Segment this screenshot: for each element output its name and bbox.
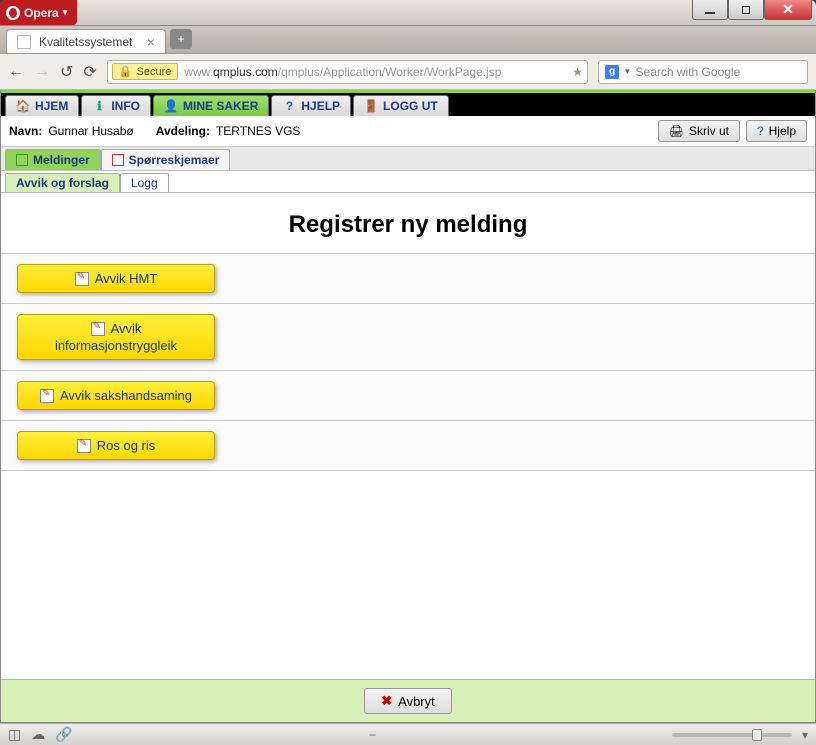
nav-hjelp[interactable]: ? HJELP bbox=[271, 95, 351, 116]
chevron-down-icon[interactable]: ▾ bbox=[625, 66, 630, 77]
user-icon: 👤 bbox=[164, 99, 178, 113]
window-titlebar: Opera ▾ ✕ bbox=[0, 0, 816, 26]
navn-value: Gunnar Husabø bbox=[48, 124, 133, 138]
secure-badge[interactable]: 🔒 Secure bbox=[112, 63, 179, 80]
address-bar[interactable]: 🔒 Secure www.qmplus.com/qmplus/Applicati… bbox=[107, 60, 588, 84]
nav-info[interactable]: ℹ INFO bbox=[81, 95, 151, 116]
favicon-icon bbox=[17, 35, 31, 49]
navn-label: Navn: bbox=[9, 124, 42, 138]
google-icon: g bbox=[605, 65, 619, 79]
close-icon: ✖ bbox=[381, 693, 392, 709]
new-tab-button[interactable]: + bbox=[170, 29, 192, 49]
form-icon bbox=[91, 322, 105, 336]
browser-statusbar: ◫ ☁ 🔗 − ▾ bbox=[0, 723, 816, 745]
page-footer: ✖ Avbryt bbox=[1, 679, 815, 722]
bookmark-star-icon[interactable]: ★ bbox=[572, 65, 583, 79]
cloud-icon[interactable]: ☁ bbox=[31, 726, 45, 743]
tab-strip: Kvalitetssystemet × + bbox=[0, 26, 816, 54]
browser-window: Opera ▾ ✕ Kvalitetssystemet × + ← → ↺ ⟳ … bbox=[0, 0, 816, 745]
maximize-button[interactable] bbox=[728, 0, 764, 20]
help-icon: ? bbox=[282, 99, 296, 113]
tab-logg[interactable]: Logg bbox=[120, 173, 169, 192]
panel-icon[interactable]: ◫ bbox=[8, 726, 21, 743]
tab-sporreskjemaer[interactable]: Spørreskjemaer bbox=[101, 149, 231, 170]
sync-icon[interactable]: 🔗 bbox=[55, 726, 72, 743]
opera-menu-button[interactable]: Opera ▾ bbox=[0, 0, 77, 25]
avdeling-value: TERTNES VGS bbox=[216, 124, 300, 138]
print-icon: 🖨 bbox=[669, 124, 684, 138]
nav-logg-ut[interactable]: 🚪 LOGG UT bbox=[353, 95, 449, 116]
category-row: Ros og ris bbox=[1, 421, 815, 471]
url-text: www.qmplus.com/qmplus/Application/Worker… bbox=[184, 65, 501, 79]
chevron-down-icon: ▾ bbox=[63, 7, 68, 18]
window-controls: ✕ bbox=[692, 0, 812, 20]
zoom-out-button[interactable]: − bbox=[369, 728, 376, 742]
category-row: Avvik informasjonstryggleik bbox=[1, 304, 815, 371]
category-row: Avvik sakshandsaming bbox=[1, 371, 815, 421]
sub-module-tabs: Avvik og forslag Logg bbox=[1, 171, 815, 193]
form-icon bbox=[112, 154, 124, 166]
search-box[interactable]: g ▾ Search with Google bbox=[598, 60, 808, 84]
tab-title: Kvalitetssystemet bbox=[39, 35, 132, 49]
secure-label: Secure bbox=[137, 66, 172, 78]
reload-button[interactable]: ⟳ bbox=[83, 62, 96, 82]
module-tabs: Meldinger Spørreskjemaer bbox=[1, 147, 815, 171]
page-content: 🏠 HJEM ℹ INFO 👤 MINE SAKER ? HJELP 🚪 LOG… bbox=[0, 90, 816, 723]
logout-icon: 🚪 bbox=[364, 99, 378, 113]
close-window-button[interactable]: ✕ bbox=[764, 0, 812, 20]
category-avvik-informasjonstryggleik[interactable]: Avvik informasjonstryggleik bbox=[17, 314, 215, 360]
browser-tab[interactable]: Kvalitetssystemet × bbox=[6, 29, 166, 53]
form-icon bbox=[75, 272, 89, 286]
form-icon bbox=[77, 439, 91, 453]
avbryt-button[interactable]: ✖ Avbryt bbox=[364, 688, 452, 714]
category-avvik-hmt[interactable]: Avvik HMT bbox=[17, 264, 215, 293]
category-row: Avvik HMT bbox=[1, 253, 815, 304]
minimize-button[interactable] bbox=[692, 0, 728, 20]
tab-meldinger[interactable]: Meldinger bbox=[5, 149, 101, 170]
category-avvik-sakshandsaming[interactable]: Avvik sakshandsaming bbox=[17, 381, 215, 410]
back-button[interactable]: ← bbox=[8, 63, 24, 81]
main-area: Registrer ny melding Avvik HMT Avvik inf… bbox=[1, 193, 815, 722]
forward-button[interactable]: → bbox=[34, 63, 50, 81]
close-tab-button[interactable]: × bbox=[147, 34, 155, 50]
hjelp-button[interactable]: ? Hjelp bbox=[746, 120, 807, 142]
info-icon: ℹ bbox=[92, 99, 106, 113]
nav-mine-saker[interactable]: 👤 MINE SAKER bbox=[153, 95, 269, 116]
lock-icon: 🔒 bbox=[119, 65, 133, 78]
avdeling-label: Avdeling: bbox=[156, 124, 210, 138]
app-top-nav: 🏠 HJEM ℹ INFO 👤 MINE SAKER ? HJELP 🚪 LOG… bbox=[1, 90, 815, 116]
search-placeholder: Search with Google bbox=[636, 65, 741, 79]
category-ros-og-ris[interactable]: Ros og ris bbox=[17, 431, 215, 460]
rewind-button[interactable]: ↺ bbox=[60, 62, 73, 82]
user-info-bar: Navn: Gunnar Husabø Avdeling: TERTNES VG… bbox=[1, 116, 815, 147]
page-title: Registrer ny melding bbox=[1, 193, 815, 253]
zoom-slider[interactable] bbox=[672, 733, 792, 737]
home-icon: 🏠 bbox=[16, 99, 30, 113]
toolbar: ← → ↺ ⟳ 🔒 Secure www.qmplus.com/qmplus/A… bbox=[0, 54, 816, 90]
nav-hjem[interactable]: 🏠 HJEM bbox=[5, 95, 79, 116]
zoom-in-button[interactable]: ▾ bbox=[802, 728, 808, 742]
tab-avvik-og-forslag[interactable]: Avvik og forslag bbox=[5, 173, 120, 192]
form-icon bbox=[40, 389, 54, 403]
opera-icon bbox=[6, 6, 20, 20]
help-icon: ? bbox=[757, 124, 764, 138]
list-icon bbox=[16, 154, 28, 166]
opera-label: Opera bbox=[24, 6, 59, 20]
skriv-ut-button[interactable]: 🖨 Skriv ut bbox=[658, 120, 740, 142]
zoom-thumb[interactable] bbox=[752, 729, 762, 741]
